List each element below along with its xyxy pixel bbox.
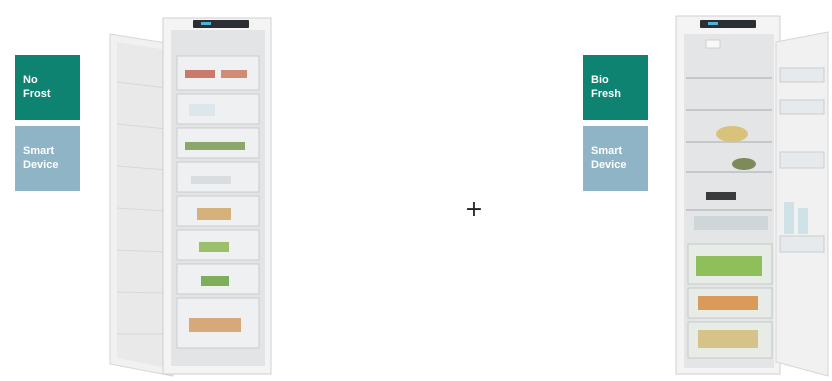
badge-smart-device: Smart Device <box>583 126 648 191</box>
badge-line-1: No <box>23 74 38 86</box>
fridge-image <box>675 15 829 377</box>
badge-line-2: Device <box>23 159 59 171</box>
badge-bio-fresh: Bio Fresh <box>583 55 648 120</box>
badge-line-2: Frost <box>23 88 51 100</box>
badge-line-1: Smart <box>23 145 55 157</box>
badge-no-frost: No Frost <box>15 55 80 120</box>
badge-smart-device: Smart Device <box>15 126 80 191</box>
badge-line-1: Bio <box>591 74 609 86</box>
badge-line-2: Fresh <box>591 88 621 100</box>
plus-sign: + <box>464 197 484 222</box>
badge-line-2: Device <box>591 159 627 171</box>
freezer-image <box>109 17 272 377</box>
badge-line-1: Smart <box>591 145 623 157</box>
